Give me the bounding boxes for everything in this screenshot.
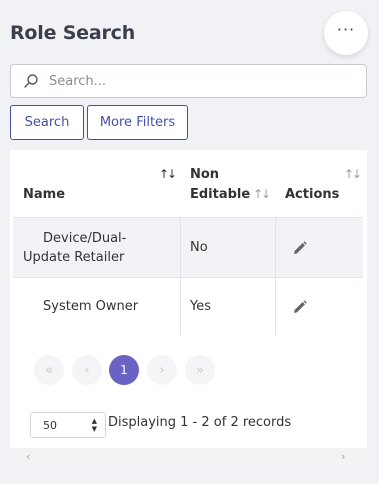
sort-ascending-icon[interactable]: ↑↓ — [159, 167, 177, 181]
search-button[interactable]: Search — [10, 105, 84, 140]
more-filters-button[interactable]: More Filters — [87, 105, 188, 140]
sort-icon[interactable]: ↑↓ — [253, 187, 271, 201]
table-footer: 50 ▲ ▼ Displaying 1 - 2 of 2 records — [10, 412, 367, 438]
column-divider — [180, 218, 181, 277]
more-options-button[interactable]: ··· — [324, 11, 368, 55]
column-header-actions: Actions — [285, 187, 340, 202]
page-size-select[interactable]: 50 ▲ ▼ — [30, 412, 106, 438]
search-field[interactable] — [10, 64, 367, 98]
scroll-left-icon[interactable]: ‹ — [26, 450, 30, 463]
non-editable-cell: Yes — [190, 299, 211, 314]
ellipsis-icon: ··· — [336, 20, 356, 39]
page-title: Role Search — [10, 22, 136, 44]
pagination: « ‹ 1 › » — [10, 355, 367, 385]
role-name-line2: Update Retailer — [23, 249, 125, 265]
table-header: Name ↑↓ Non Editable ↑↓ Actions ↑↓ — [13, 150, 363, 217]
column-divider — [275, 218, 276, 277]
column-header-non-editable-line2[interactable]: Editable — [190, 187, 250, 202]
non-editable-cell: No — [190, 240, 208, 255]
column-header-non-editable-line1[interactable]: Non — [190, 167, 219, 182]
sort-icon[interactable]: ↑↓ — [344, 167, 362, 181]
current-page-button[interactable]: 1 — [109, 355, 139, 385]
edit-pencil-icon[interactable] — [293, 240, 307, 255]
edit-pencil-icon[interactable] — [293, 299, 307, 314]
column-divider — [180, 278, 181, 335]
records-summary: Displaying 1 - 2 of 2 records — [108, 415, 292, 430]
table-row: System Owner Yes — [13, 277, 363, 335]
horizontal-scrollbar[interactable]: ‹ › — [10, 448, 367, 466]
table-row: Device/Dual- Update Retailer No — [13, 217, 363, 277]
last-page-button[interactable]: » — [185, 355, 215, 385]
select-arrows-icon: ▲ ▼ — [91, 417, 97, 433]
role-name: System Owner — [43, 299, 139, 314]
first-page-button[interactable]: « — [34, 355, 64, 385]
page-size-value: 50 — [43, 418, 57, 432]
search-input[interactable] — [49, 73, 349, 89]
previous-page-button[interactable]: ‹ — [72, 355, 102, 385]
next-page-button[interactable]: › — [147, 355, 177, 385]
column-header-name[interactable]: Name — [23, 187, 65, 202]
results-table-card: Name ↑↓ Non Editable ↑↓ Actions ↑↓ Devic… — [10, 150, 367, 466]
search-icon — [24, 74, 38, 88]
name-cell: Device/Dual- Update Retailer — [23, 218, 179, 277]
column-divider — [275, 278, 276, 335]
role-name-line1: Device/Dual- — [43, 230, 127, 246]
scroll-right-icon[interactable]: › — [341, 450, 345, 463]
